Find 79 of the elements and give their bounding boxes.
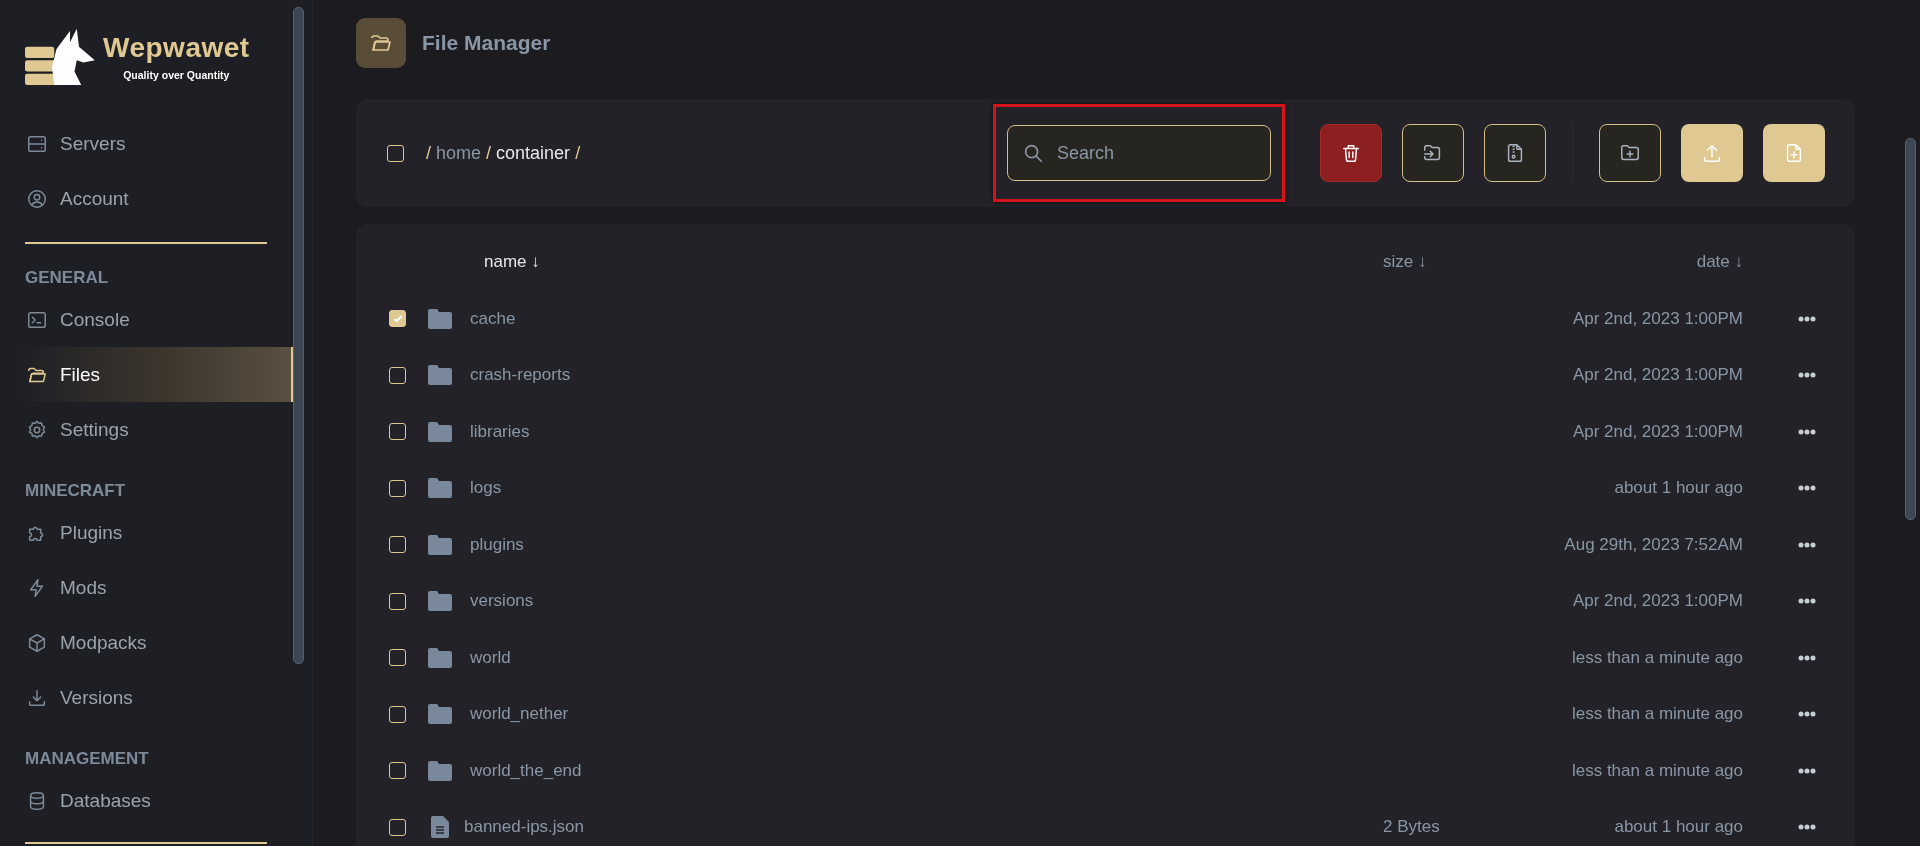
more-icon[interactable] bbox=[1798, 428, 1816, 435]
brand-name: Wepwawet bbox=[103, 31, 250, 64]
move-button[interactable] bbox=[1402, 124, 1464, 182]
more-icon[interactable] bbox=[1798, 315, 1816, 322]
more-icon[interactable] bbox=[1798, 485, 1816, 492]
more-icon[interactable] bbox=[1798, 824, 1816, 831]
checkbox[interactable] bbox=[389, 592, 406, 610]
modified-date: Aug 29th, 2023 7:52AM bbox=[1564, 534, 1743, 555]
modified-date: Apr 2nd, 2023 1:00PM bbox=[1572, 591, 1743, 612]
archive-button[interactable] bbox=[1484, 124, 1546, 182]
page-title: File Manager bbox=[422, 31, 551, 55]
modified-date: less than a minute ago bbox=[1571, 647, 1743, 668]
nav-item[interactable]: Account bbox=[25, 171, 293, 226]
nav-item[interactable]: Servers bbox=[25, 116, 293, 171]
nav-icon bbox=[26, 187, 48, 210]
modified-date: Apr 2nd, 2023 1:00PM bbox=[1572, 365, 1743, 386]
column-header[interactable]: date ↓ bbox=[1696, 252, 1743, 273]
checkbox[interactable] bbox=[389, 762, 406, 780]
breadcrumb-link[interactable]: home bbox=[436, 142, 482, 164]
modified-date: less than a minute ago bbox=[1571, 704, 1743, 725]
path-separator: / bbox=[426, 142, 431, 164]
file-name[interactable]: crash-reports bbox=[470, 365, 571, 385]
checkbox[interactable] bbox=[389, 423, 406, 441]
nav-item[interactable]: Plugins bbox=[25, 505, 293, 560]
path-separator: / bbox=[486, 142, 492, 164]
column-header[interactable]: name ↓ bbox=[484, 252, 1383, 273]
brand-tagline: Quality over Quantity bbox=[123, 68, 230, 81]
upload-icon bbox=[1701, 142, 1723, 164]
more-icon[interactable] bbox=[1798, 654, 1816, 661]
more-icon[interactable] bbox=[1798, 711, 1816, 718]
breadcrumb-link[interactable]: container bbox=[496, 142, 571, 164]
scrollbar-thumb[interactable] bbox=[293, 7, 304, 664]
checkbox[interactable] bbox=[389, 310, 406, 328]
file-name[interactable]: world_nether bbox=[470, 704, 569, 724]
section-heading: GENERAL bbox=[25, 268, 110, 288]
nav-icon bbox=[26, 418, 48, 441]
modified-date: less than a minute ago bbox=[1571, 760, 1743, 781]
checkbox[interactable] bbox=[389, 536, 406, 554]
modified-date: Apr 2nd, 2023 1:00PM bbox=[1572, 308, 1743, 329]
file-name[interactable]: cache bbox=[470, 308, 516, 328]
folder-plus-button[interactable] bbox=[1599, 124, 1661, 182]
nav-icon bbox=[26, 631, 48, 654]
column-header[interactable]: size ↓ bbox=[1383, 252, 1513, 273]
modified-date: about 1 hour ago bbox=[1614, 817, 1743, 838]
scrollbar-thumb[interactable] bbox=[1904, 138, 1916, 520]
checkbox[interactable] bbox=[389, 366, 406, 384]
nav-item[interactable]: Versions bbox=[25, 670, 293, 725]
file-name[interactable]: world_the_end bbox=[470, 760, 582, 780]
file-name[interactable]: versions bbox=[470, 591, 534, 611]
section-heading: MANAGEMENT bbox=[25, 749, 150, 769]
checkbox[interactable] bbox=[389, 649, 406, 667]
more-icon[interactable] bbox=[1798, 541, 1816, 548]
trash-icon bbox=[1340, 142, 1362, 164]
search-icon bbox=[1022, 142, 1044, 164]
trash-button[interactable] bbox=[1320, 124, 1382, 182]
checkbox[interactable] bbox=[387, 144, 404, 162]
search-field[interactable]: Search bbox=[1007, 125, 1271, 181]
nav-item[interactable]: Modpacks bbox=[25, 615, 293, 670]
checkbox[interactable] bbox=[389, 705, 406, 723]
folder-icon bbox=[356, 18, 406, 68]
file-name[interactable]: world bbox=[470, 647, 511, 667]
checkbox[interactable] bbox=[389, 479, 406, 497]
file-name[interactable]: plugins bbox=[470, 534, 524, 554]
checkbox[interactable] bbox=[389, 818, 406, 836]
section-heading: MINECRAFT bbox=[25, 481, 127, 501]
nav-item[interactable]: Console bbox=[25, 292, 293, 347]
more-icon[interactable] bbox=[1798, 598, 1816, 605]
more-icon[interactable] bbox=[1798, 372, 1816, 379]
modified-date: about 1 hour ago bbox=[1614, 478, 1743, 499]
path-separator: / bbox=[575, 142, 581, 164]
modified-date: Apr 2nd, 2023 1:00PM bbox=[1572, 421, 1743, 442]
file-name[interactable]: banned-ips.json bbox=[464, 817, 585, 837]
more-icon[interactable] bbox=[1798, 767, 1816, 774]
nav-item[interactable]: Mods bbox=[25, 560, 293, 615]
file-name[interactable]: logs bbox=[470, 478, 502, 498]
file-size: 2 Bytes bbox=[1383, 817, 1440, 837]
file-name[interactable]: libraries bbox=[470, 421, 530, 441]
nav-item[interactable]: Settings bbox=[25, 402, 293, 457]
nav-item[interactable]: Databases bbox=[25, 773, 293, 828]
